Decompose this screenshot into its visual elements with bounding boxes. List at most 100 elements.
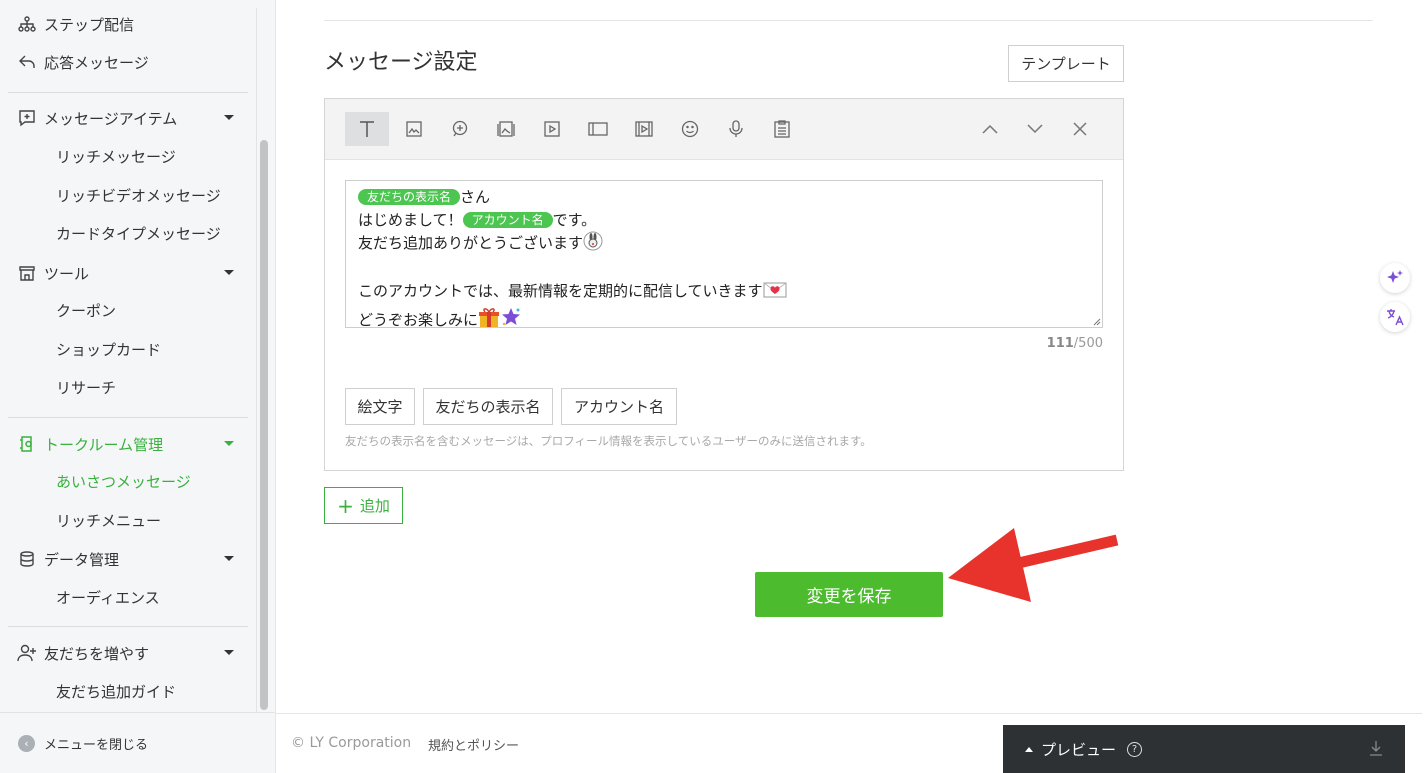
insert-friend-name-button[interactable]: 友だちの表示名 — [423, 388, 553, 425]
sidebar-item-message-items[interactable]: メッセージアイテム — [0, 100, 256, 136]
sidebar-item-label: リサーチ — [56, 378, 117, 397]
text-icon[interactable] — [345, 112, 389, 146]
sidebar-item-auto-reply[interactable]: 応答メッセージ — [0, 44, 256, 80]
sidebar-item-label: オーディエンス — [56, 588, 160, 607]
sidebar-item-card-message[interactable]: カードタイプメッセージ — [56, 218, 221, 248]
account-name-tag: アカウント名 — [462, 211, 553, 228]
sidebar-item-label: リッチメニュー — [56, 511, 162, 530]
chatroom-icon — [16, 433, 38, 455]
sidebar-item-label: データ管理 — [44, 550, 120, 569]
translate-icon[interactable] — [1380, 302, 1410, 332]
divider — [324, 20, 1373, 21]
sidebar-item-friend-guide[interactable]: 友だち追加ガイド — [56, 676, 176, 706]
save-changes-button[interactable]: 変更を保存 — [755, 572, 943, 617]
message-line: このアカウントでは、最新情報を定期的に配信していきます — [358, 280, 1090, 306]
database-icon — [16, 548, 38, 570]
message-editor: 友だちの表示名 さん はじめまして！ アカウント名 です。 友だち追加ありがとうござい… — [324, 98, 1124, 471]
sidebar-item-audience[interactable]: オーディエンス — [56, 582, 160, 612]
footer-divider — [276, 713, 1422, 714]
template-button[interactable]: テンプレート — [1008, 45, 1124, 82]
chevron-down-icon — [224, 270, 234, 275]
close-menu-button[interactable]: ‹ メニューを閉じる — [0, 712, 275, 773]
sidebar-item-greeting-message[interactable]: あいさつメッセージ — [56, 466, 191, 496]
caret-up-icon — [1025, 746, 1033, 752]
sidebar-item-tools[interactable]: ツール — [0, 255, 256, 291]
message-text: 友だち追加ありがとうございます — [358, 234, 584, 252]
video-icon[interactable] — [530, 112, 574, 146]
copyright: © LY Corporation — [291, 735, 412, 751]
sidebar-divider — [8, 626, 248, 627]
gift-emoji-icon — [478, 306, 500, 335]
chevron-up-icon[interactable] — [968, 112, 1012, 146]
chevron-left-icon: ‹ — [18, 734, 35, 752]
resize-grip-icon[interactable] — [1091, 316, 1101, 326]
page-title: メッセージ設定 — [324, 50, 478, 75]
image-icon[interactable] — [392, 112, 436, 146]
policy-link[interactable]: 規約とポリシー — [428, 735, 519, 754]
sidebar-item-label: ショップカード — [56, 340, 162, 359]
chevron-down-icon[interactable] — [1013, 112, 1057, 146]
survey-icon[interactable] — [760, 112, 804, 146]
sidebar-item-label: トークルーム管理 — [44, 435, 164, 454]
rich-video-icon[interactable] — [622, 112, 666, 146]
sidebar-item-label: クーポン — [56, 301, 117, 320]
message-text: さん — [460, 188, 491, 206]
sidebar-item-label: あいさつメッセージ — [56, 472, 191, 491]
stamp-icon[interactable] — [438, 112, 482, 146]
sidebar-item-label: 友だち追加ガイド — [56, 682, 177, 701]
voice-icon[interactable] — [714, 112, 758, 146]
sidebar-item-grow-friends[interactable]: 友だちを増やす — [0, 635, 256, 671]
add-friend-icon — [16, 642, 38, 664]
insert-emoji-button[interactable]: 絵文字 — [345, 388, 415, 425]
add-message-button[interactable]: + 追加 — [324, 487, 403, 524]
sidebar-scrollbar[interactable] — [260, 140, 268, 710]
sidebar-item-label: メッセージアイテム — [44, 109, 178, 128]
sidebar-item-label: ステップ配信 — [44, 15, 135, 34]
char-count: 111 — [1046, 336, 1074, 351]
editor-toolbar — [325, 99, 1123, 160]
sidebar-item-rich-menu[interactable]: リッチメニュー — [56, 505, 161, 535]
emoji-icon[interactable] — [668, 112, 712, 146]
sidebar-item-chatroom[interactable]: トークルーム管理 — [0, 426, 256, 462]
download-icon[interactable] — [1369, 740, 1383, 756]
message-textarea[interactable]: 友だちの表示名 さん はじめまして！ アカウント名 です。 友だち追加ありがとうござい… — [345, 180, 1103, 329]
preview-label: プレビュー — [1041, 740, 1117, 759]
reply-icon — [16, 51, 38, 73]
coupon-icon[interactable] — [576, 112, 620, 146]
chevron-down-icon — [224, 556, 234, 561]
sidebar-item-research[interactable]: リサーチ — [56, 372, 116, 402]
sidebar-item-coupon[interactable]: クーポン — [56, 295, 116, 325]
char-counter: 111/500 — [1047, 336, 1103, 351]
sidebar-item-rich-video-message[interactable]: リッチビデオメッセージ — [56, 180, 221, 210]
sparkle-star-emoji-icon — [500, 306, 522, 335]
insert-account-name-button[interactable]: アカウント名 — [561, 388, 677, 425]
sidebar-item-rich-message[interactable]: リッチメッセージ — [56, 141, 176, 171]
plus-icon: + — [337, 493, 354, 518]
sidebar-item-step-delivery[interactable]: ステップ配信 — [0, 6, 256, 42]
chevron-down-icon — [224, 650, 234, 655]
sidebar-item-label: リッチビデオメッセージ — [56, 186, 221, 205]
help-icon[interactable]: ? — [1127, 741, 1143, 757]
ai-sparkle-icon[interactable] — [1380, 263, 1410, 293]
sidebar-nav: ステップ配信 応答メッセージ メッセージアイテム リッチメッセージ リッチビデオ… — [0, 0, 256, 712]
add-button-label: 追加 — [359, 497, 390, 515]
sidebar-item-shop-card[interactable]: ショップカード — [56, 334, 161, 364]
message-text: です。 — [552, 210, 597, 229]
bunny-emoji-icon — [583, 231, 603, 258]
char-max: /500 — [1073, 336, 1103, 351]
sidebar-item-label: 友だちを増やす — [44, 644, 150, 663]
friend-name-note: 友だちの表示名を含むメッセージは、プロフィール情報を表示しているユーザーのみに送… — [345, 434, 872, 448]
close-icon[interactable] — [1058, 112, 1102, 146]
step-icon — [16, 13, 38, 35]
message-item-icon — [16, 107, 38, 129]
message-text: はじめまして！ — [358, 210, 463, 229]
rich-message-icon[interactable] — [484, 112, 528, 146]
envelope-emoji-icon — [763, 281, 787, 306]
friend-name-tag: 友だちの表示名 — [358, 189, 461, 205]
preview-panel-toggle[interactable]: プレビュー ? — [1003, 725, 1405, 773]
message-text: どうぞお楽しみに — [358, 310, 479, 329]
message-line: 友だち追加ありがとうございます — [358, 231, 1090, 258]
sidebar-item-data-management[interactable]: データ管理 — [0, 541, 256, 577]
message-line: どうぞお楽しみに — [358, 306, 1090, 335]
